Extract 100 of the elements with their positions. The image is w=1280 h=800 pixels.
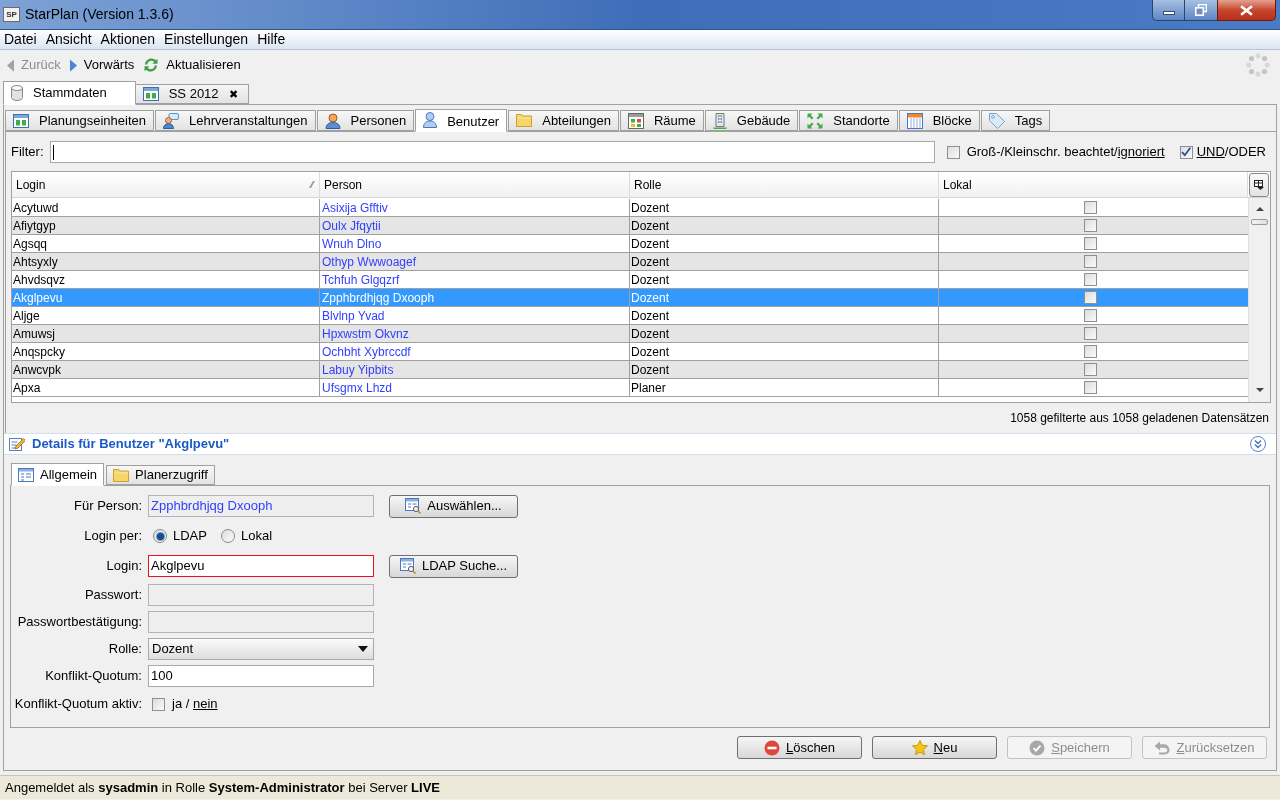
menu-item[interactable]: Ansicht — [45, 29, 92, 50]
folder-icon — [516, 114, 533, 127]
table-cell-text: Dozent — [630, 271, 670, 289]
tab[interactable]: Planungseinheiten — [5, 110, 154, 131]
filter-input[interactable] — [49, 141, 935, 163]
menu-item[interactable]: Aktionen — [100, 29, 156, 50]
dropdown-arrow-icon — [358, 646, 368, 652]
scroll-down-icon — [1255, 388, 1264, 392]
tab[interactable]: Lehrveranstaltungen — [155, 110, 316, 131]
radio-button[interactable] — [220, 529, 235, 543]
checkbox[interactable] — [1084, 219, 1097, 232]
menu-item[interactable]: Hilfe — [257, 29, 286, 50]
role-dropdown[interactable]: Dozent — [148, 638, 374, 660]
tab[interactable]: Standorte — [799, 110, 898, 131]
tab[interactable]: Personen — [316, 110, 415, 131]
checkbox[interactable] — [1084, 309, 1097, 322]
table-row[interactable]: Afiytgyp Oulx Jfqytii Dozent — [12, 217, 1248, 235]
checkbox[interactable] — [1084, 273, 1097, 286]
field-label: Passwortbestätigung: — [16, 613, 142, 632]
table-row[interactable]: Ahvdsqvz Tchfuh Glgqzrf Dozent — [12, 271, 1248, 289]
checkmark-icon — [1181, 147, 1192, 157]
column-chooser-button[interactable] — [1249, 172, 1269, 197]
close-button[interactable] — [1217, 0, 1276, 21]
person-link[interactable]: Labuy Yipbits — [320, 360, 394, 379]
tab[interactable]: Tags — [980, 110, 1051, 131]
radio-label[interactable]: LDAP — [173, 526, 207, 546]
input-field[interactable]: 100 — [148, 665, 374, 687]
column-header[interactable]: Person — [320, 172, 630, 197]
radio-label[interactable]: Lokal — [240, 526, 273, 546]
checkbox[interactable] — [1084, 363, 1097, 376]
person-link[interactable]: Blvlnp Yvad — [320, 306, 385, 325]
person-icon — [324, 112, 341, 129]
field-button[interactable]: LDAP Suche... — [389, 554, 518, 578]
input-field[interactable]: Akglpevu — [148, 555, 374, 577]
table-row[interactable]: Anqspcky Ochbht Xybrccdf Dozent — [12, 343, 1248, 361]
checkbox[interactable] — [1084, 381, 1097, 394]
close-icon — [1240, 4, 1253, 16]
window-title: StarPlan (Version 1.3.6) — [25, 4, 174, 24]
scroll-up-icon — [1255, 207, 1264, 211]
checkbox[interactable] — [1084, 345, 1097, 358]
checkbox[interactable] — [1179, 145, 1193, 159]
tab[interactable]: Benutzer — [415, 109, 508, 132]
table-row[interactable]: Amuwsj Hpxwstm Okvnz Dozent — [12, 325, 1248, 343]
person-link[interactable]: Asixija Gfftiv — [320, 198, 388, 217]
table-row[interactable]: Ahtsyxly Othyp Wwwoagef Dozent — [12, 253, 1248, 271]
checkbox[interactable] — [1084, 291, 1097, 304]
tab[interactable]: Abteilungen — [508, 110, 619, 131]
person-link[interactable]: Wnuh Dlno — [320, 234, 382, 253]
person-link[interactable]: Ochbht Xybrccdf — [320, 342, 411, 361]
field-label: Rolle: — [107, 640, 142, 659]
tab[interactable]: Allgemein — [11, 463, 105, 486]
table-cell-text: Ahvdsqvz — [12, 271, 66, 289]
toolbar-button[interactable]: Aktualisieren — [143, 55, 241, 75]
person-link[interactable]: Oulx Jfqytii — [320, 216, 381, 235]
tag-icon — [988, 112, 1005, 129]
person-link[interactable]: Tchfuh Glgqzrf — [320, 270, 400, 289]
checkbox[interactable] — [1084, 201, 1097, 214]
checkbox[interactable] — [1084, 237, 1097, 250]
status-text: Angemeldet als sysadmin in Rolle System-Administrator bei Server LIVE — [5, 778, 440, 797]
tab[interactable]: Räume — [619, 110, 704, 131]
toolbar-button[interactable]: Vorwärts — [69, 55, 135, 75]
checkbox-label[interactable]: ja / nein — [172, 694, 218, 714]
tab[interactable]: Planerzugriff — [106, 465, 215, 485]
checkbox-label[interactable]: UND/ODER — [1196, 142, 1266, 162]
menu-item[interactable]: Einstellungen — [164, 29, 249, 50]
collapse-icon[interactable] — [1250, 436, 1266, 452]
person-link[interactable]: Othyp Wwwoagef — [320, 252, 417, 271]
table-row[interactable]: Apxa Ufsgmx Lhzd Planer — [12, 379, 1248, 397]
person-link[interactable]: Hpxwstm Okvnz — [320, 324, 409, 343]
column-header[interactable]: Lokal — [939, 172, 1248, 197]
column-header[interactable]: Rolle — [630, 172, 939, 197]
minimize-button[interactable] — [1152, 0, 1185, 21]
scroll-thumb[interactable] — [1251, 219, 1268, 225]
action-button[interactable]: Neu — [872, 736, 997, 759]
table-icon — [142, 87, 159, 101]
tab[interactable]: Gebäude — [704, 110, 799, 131]
table-cell-text: Akglpevu — [12, 289, 63, 307]
table-row[interactable]: Acytuwd Asixija Gfftiv Dozent — [12, 199, 1248, 217]
maximize-button[interactable] — [1185, 0, 1217, 21]
radio-button[interactable] — [153, 529, 167, 543]
action-button[interactable]: Löschen — [737, 736, 862, 759]
table-row[interactable]: Anwcvpk Labuy Yipbits Dozent — [12, 361, 1248, 379]
checkbox[interactable] — [152, 697, 165, 711]
column-header[interactable]: Login — [12, 172, 320, 197]
table-row[interactable]: Agsqq Wnuh Dlno Dozent — [12, 235, 1248, 253]
table-cell-text: Dozent — [630, 199, 670, 217]
checkbox[interactable] — [1084, 327, 1097, 340]
checkbox-label[interactable]: Groß-/Kleinschr. beachtet/ignoriert — [966, 142, 1165, 162]
table-row[interactable]: Aljge Blvlnp Yvad Dozent — [12, 307, 1248, 325]
tab[interactable]: Blöcke — [898, 110, 980, 131]
document-tab[interactable]: Stammdaten — [3, 81, 136, 105]
back-arrow-icon — [7, 58, 14, 72]
close-tab-button[interactable]: ✖ — [228, 88, 238, 100]
menu-item[interactable]: Datei — [4, 29, 37, 50]
person-link[interactable]: Ufsgmx Lhzd — [320, 378, 393, 397]
checkbox[interactable] — [946, 145, 960, 159]
document-tab[interactable]: SS 2012 ✖ — [135, 84, 249, 104]
scrollbar[interactable] — [1248, 198, 1270, 402]
checkbox[interactable] — [1084, 255, 1097, 268]
filter-label: Filter: — [11, 143, 44, 162]
